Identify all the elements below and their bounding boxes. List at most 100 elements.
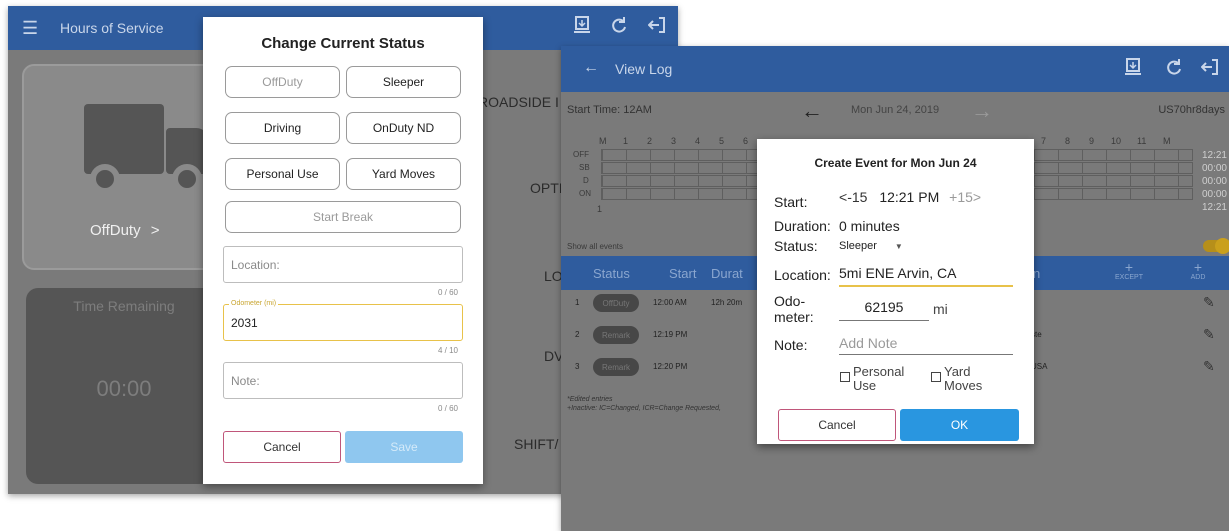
row-number: 2: [575, 330, 580, 339]
total-on: 00:00: [1201, 189, 1227, 200]
chevron-right-icon: >: [150, 222, 160, 239]
odometer-label: Odometer (mi): [229, 300, 279, 307]
export-icon[interactable]: [1125, 58, 1141, 81]
save-button[interactable]: Save: [345, 431, 463, 463]
row-time: 12:00 AM: [653, 298, 687, 307]
cancel-button[interactable]: Cancel: [223, 431, 341, 463]
current-status-label: OffDuty >: [90, 222, 160, 239]
row-label-sb: SB: [579, 163, 590, 172]
row-time: 12:19 PM: [653, 330, 688, 339]
cancel-button[interactable]: Cancel: [778, 409, 896, 441]
menu-icon[interactable]: ☰: [22, 18, 38, 39]
sleeper-button[interactable]: Sleeper: [346, 66, 461, 98]
personal-use-line2: Use: [853, 378, 877, 393]
driving-button[interactable]: Driving: [225, 112, 340, 144]
odometer-input[interactable]: 62195: [839, 299, 929, 321]
hour-label: M: [1163, 136, 1171, 146]
current-status-card[interactable]: OffDuty >: [22, 64, 218, 270]
personal-use-checkbox[interactable]: Personal Use: [840, 365, 904, 393]
back-arrow-icon[interactable]: ←: [583, 59, 599, 77]
edit-pencil-icon[interactable]: ✎: [1203, 294, 1215, 311]
location-field[interactable]: Location: 0 / 60: [223, 246, 463, 297]
total-all: 12:21: [1201, 202, 1227, 213]
edit-pencil-icon[interactable]: ✎: [1203, 326, 1215, 343]
start-time-value: 12:21 PM: [879, 189, 940, 205]
hour-label: 5: [719, 136, 725, 146]
shift-button[interactable]: SHIFT/: [514, 436, 558, 452]
note-counter: 0 / 60: [437, 404, 458, 413]
time-remaining-title: Time Remaining: [73, 298, 175, 314]
odometer-label: Odo- meter:: [774, 293, 814, 325]
status-badge: Remark: [593, 358, 639, 376]
hour-label: M: [599, 136, 607, 146]
total-sb: 00:00: [1201, 163, 1227, 174]
next-day-arrow-icon[interactable]: →: [971, 98, 993, 124]
time-remaining-card: Time Remaining 00:00: [26, 288, 222, 484]
duration-label: Duration:: [774, 218, 831, 234]
logout-icon[interactable]: [647, 16, 666, 39]
hour-label: 9: [1089, 136, 1095, 146]
note-input[interactable]: Add Note: [839, 335, 1013, 355]
logout-icon[interactable]: [1200, 58, 1219, 81]
refresh-icon[interactable]: [1165, 58, 1183, 81]
row-number: 1: [575, 298, 580, 307]
add-exception-button[interactable]: + EXCEPT: [1109, 260, 1149, 281]
offduty-button[interactable]: OffDuty: [225, 66, 340, 98]
yard-moves-line2: Moves: [944, 378, 983, 393]
hour-label: 7: [1041, 136, 1047, 146]
col-start: Start: [669, 266, 697, 281]
edit-pencil-icon[interactable]: ✎: [1203, 358, 1215, 375]
hour-label: 3: [671, 136, 677, 146]
hour-label: 11: [1137, 136, 1147, 146]
minus-15-button[interactable]: <-15: [839, 189, 867, 205]
note-field[interactable]: Note: 0 / 60: [223, 362, 463, 413]
previous-day-arrow-icon[interactable]: ←: [801, 98, 823, 124]
hour-label: 4: [695, 136, 701, 146]
log-date: Mon Jun 24, 2019: [851, 104, 940, 116]
yard-moves-button[interactable]: Yard Moves: [346, 158, 461, 190]
start-time-label: Start Time: 12AM: [567, 104, 652, 116]
onduty-nd-button[interactable]: OnDuty ND: [346, 112, 461, 144]
checkbox-icon: [931, 372, 941, 382]
footnote-edited: *Edited entries: [567, 396, 613, 403]
odometer-value: 2031: [231, 316, 258, 330]
status-dropdown[interactable]: Sleeper ▼: [839, 240, 903, 252]
location-label: Location:: [774, 267, 831, 283]
status-badge: OffDuty: [593, 294, 639, 312]
plus-15-button[interactable]: +15>: [949, 189, 981, 205]
row-label-d: D: [583, 176, 589, 185]
logs-button[interactable]: LO: [544, 268, 563, 284]
minus-15-label: -15: [847, 189, 868, 205]
duration-value: 0 minutes: [839, 218, 900, 234]
odometer-field[interactable]: Odometer (mi) 2031 4 / 10: [223, 300, 463, 355]
col-location: n: [1033, 266, 1041, 281]
refresh-icon[interactable]: [610, 16, 628, 39]
show-all-events-toggle[interactable]: [1203, 238, 1229, 254]
odometer-unit: mi: [933, 301, 948, 317]
ok-button[interactable]: OK: [900, 409, 1019, 441]
add-event-button[interactable]: + ADD: [1183, 260, 1213, 281]
odometer-counter: 4 / 10: [437, 346, 458, 355]
options-button[interactable]: OPTI: [530, 180, 563, 196]
location-input[interactable]: 5mi ENE Arvin, CA: [839, 265, 1013, 287]
graph-below-label: 1: [597, 204, 603, 214]
row-time: 12:20 PM: [653, 362, 688, 371]
page-title: Hours of Service: [60, 20, 164, 36]
export-icon[interactable]: [574, 16, 590, 39]
location-placeholder: Location:: [231, 258, 280, 272]
hour-label: 10: [1111, 136, 1122, 146]
dialog-title: Create Event for Mon Jun 24: [814, 156, 977, 170]
row-duration: 12h 20m: [711, 298, 743, 307]
col-status: Status: [593, 266, 630, 281]
odometer-label-line1: Odo-: [774, 293, 806, 309]
add-label: ADD: [1190, 274, 1206, 281]
status-text: OffDuty: [90, 222, 141, 239]
status-label: Status:: [774, 238, 818, 254]
roadside-button[interactable]: ROADSIDE I: [478, 94, 559, 110]
except-label: EXCEPT: [1114, 274, 1143, 281]
hour-label: 2: [647, 136, 653, 146]
start-break-button[interactable]: Start Break: [225, 201, 461, 233]
personal-use-button[interactable]: Personal Use: [225, 158, 340, 190]
yard-moves-checkbox[interactable]: Yard Moves: [931, 365, 983, 393]
show-all-events-label: Show all events: [567, 242, 624, 251]
